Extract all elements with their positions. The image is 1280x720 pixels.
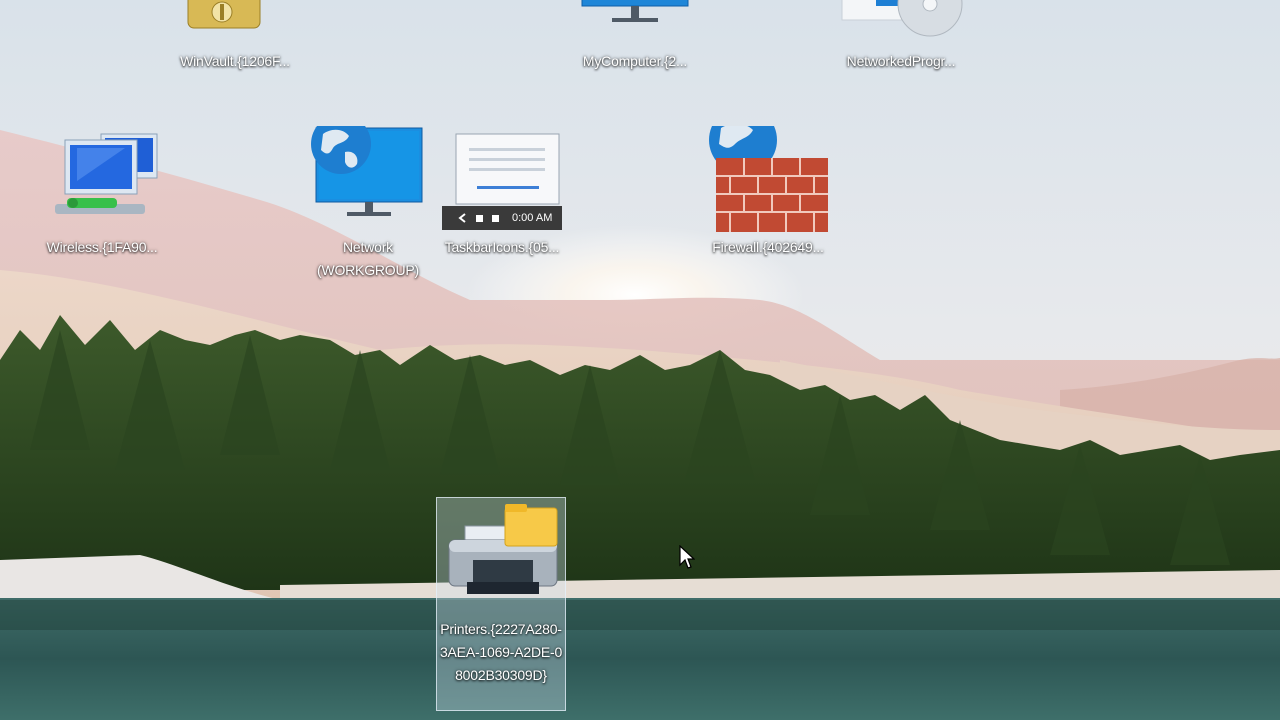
network-globe-monitor-icon bbox=[303, 114, 433, 236]
program-disc-icon bbox=[836, 0, 966, 50]
desktop-icon-wireless[interactable]: Wireless.{1FA90... bbox=[37, 126, 167, 259]
desktop-icon-printers[interactable]: Printers.{2227A280-3AEA-1069-A2DE-08002B… bbox=[436, 497, 566, 711]
icon-label: Printers.{2227A280-3AEA-1069-A2DE-08002B… bbox=[439, 621, 563, 683]
wallpaper bbox=[0, 0, 1280, 720]
icon-label: Wireless.{1FA90... bbox=[46, 239, 158, 255]
vault-icon bbox=[170, 0, 300, 50]
desktop-icon-network[interactable]: Network (WORKGROUP) bbox=[303, 114, 433, 282]
mouse-cursor-icon bbox=[679, 545, 695, 569]
desktop-icon-firewall[interactable]: Firewall.{402649... bbox=[703, 106, 833, 259]
taskbar-window-icon: 0:00 AM bbox=[437, 126, 567, 236]
icon-label: TaskbarIcons.{05... bbox=[444, 239, 560, 255]
firewall-brick-icon bbox=[703, 106, 833, 236]
desktop-icon-taskbaricons[interactable]: 0:00 AM TaskbarIcons.{05... bbox=[437, 126, 567, 259]
monitor-icon bbox=[570, 0, 700, 50]
icon-label: WinVault.{1206F... bbox=[180, 53, 290, 69]
icon-label: NetworkedProgr... bbox=[846, 53, 956, 69]
icon-label: MyComputer.{2... bbox=[582, 53, 688, 69]
icon-label: Firewall.{402649... bbox=[712, 239, 824, 255]
wireless-network-icon bbox=[37, 126, 167, 236]
desktop-icon-networkedprograms[interactable]: NetworkedProgr... bbox=[836, 0, 966, 73]
desktop[interactable]: WinVault.{1206F... MyComputer.{2... Netw… bbox=[0, 0, 1280, 720]
desktop-icon-winvault[interactable]: WinVault.{1206F... bbox=[170, 0, 300, 73]
desktop-icon-mycomputer[interactable]: MyComputer.{2... bbox=[570, 0, 700, 73]
icon-label: Network (WORKGROUP) bbox=[316, 239, 419, 278]
printer-folder-icon bbox=[437, 498, 567, 618]
taskbar-preview-time: 0:00 AM bbox=[512, 212, 553, 224]
